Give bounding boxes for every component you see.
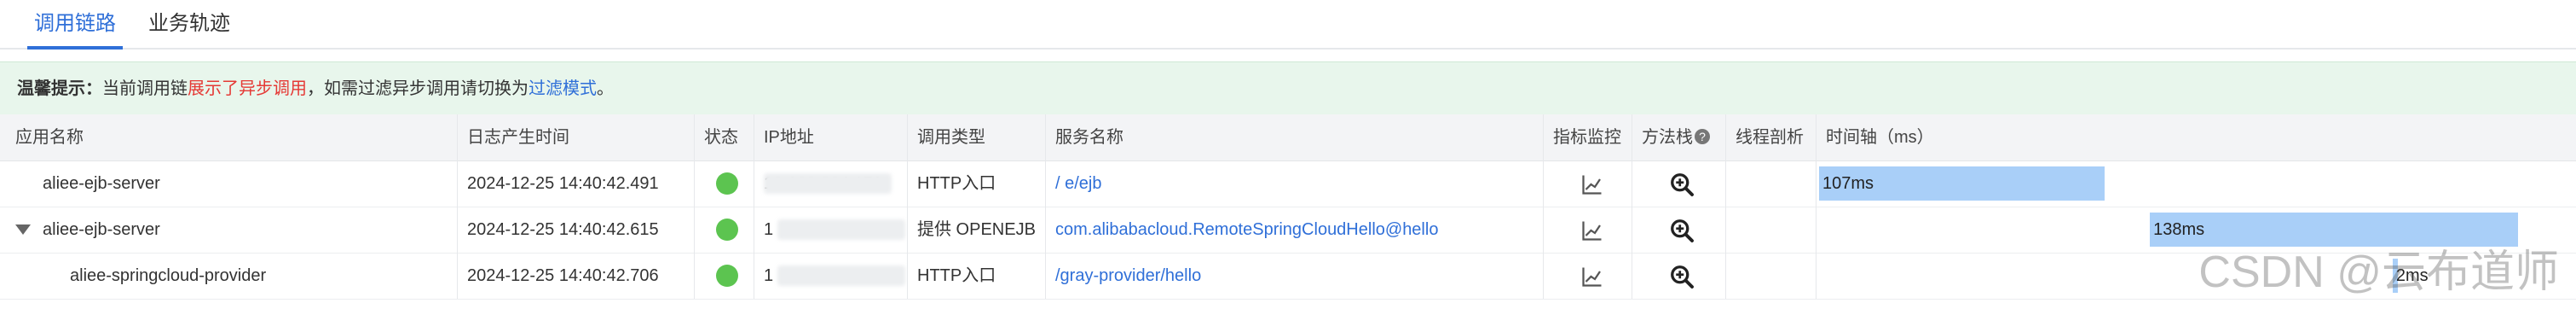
tip-async-note: 展示了异步调用 xyxy=(188,79,307,98)
app-name: aliee-ejb-server xyxy=(43,220,160,239)
col-app-name: 应用名称 xyxy=(15,128,84,147)
ip-address: 1 xyxy=(764,266,774,285)
col-divider xyxy=(1725,114,1726,299)
col-divider xyxy=(907,114,908,299)
caret-down-icon[interactable] xyxy=(15,224,31,235)
col-timeline: 时间轴（ms） xyxy=(1826,128,1934,147)
tip-prefix: 温馨提示： xyxy=(17,79,102,98)
service-link[interactable]: /gray-provider/hello xyxy=(1055,254,1201,299)
filter-mode-link[interactable]: 过滤模式 xyxy=(528,79,597,98)
call-type: HTTP入口 xyxy=(917,174,996,193)
col-log-time: 日志产生时间 xyxy=(467,128,569,147)
line-chart-icon[interactable] xyxy=(1580,218,1605,243)
zoom-in-icon[interactable] xyxy=(1669,218,1695,243)
status-ok-dot xyxy=(716,219,738,241)
tip-text-1: 当前调用链 xyxy=(102,79,188,98)
watermark: CSDN @云布道师 xyxy=(2198,248,2559,297)
app-name: aliee-springcloud-provider xyxy=(70,266,267,285)
call-type: 提供 OPENEJB xyxy=(917,220,1036,239)
tip-text-2: ，如需过滤异步调用请切换为 xyxy=(307,79,528,98)
log-time: 2024-12-25 14:40:42.706 xyxy=(467,266,659,285)
line-chart-icon[interactable] xyxy=(1580,172,1605,197)
tip-text: 温馨提示：当前调用链展示了异步调用，如需过滤异步调用请切换为过滤模式。 xyxy=(17,62,614,115)
service-link[interactable]: com.alibabacloud.RemoteSpringCloudHello@… xyxy=(1055,207,1438,253)
zoom-in-icon[interactable] xyxy=(1669,172,1695,197)
col-service-name: 服务名称 xyxy=(1055,128,1123,147)
line-chart-icon[interactable] xyxy=(1580,264,1605,289)
tip-text-3: 。 xyxy=(597,79,614,98)
service-link[interactable]: / e/ejb xyxy=(1055,161,1101,207)
duration-label: 107ms xyxy=(1822,174,1874,193)
zoom-in-icon[interactable] xyxy=(1669,264,1695,289)
tab-call-chain[interactable]: 调用链路 xyxy=(27,0,123,50)
table-row[interactable]: aliee-springcloud-provider 2024-12-25 14… xyxy=(0,254,2576,300)
col-method-stack: 方法栈? xyxy=(1642,114,1710,160)
duration-label: 138ms xyxy=(2153,220,2205,239)
col-divider xyxy=(1045,114,1046,299)
ip-redaction xyxy=(777,219,905,240)
trace-panel: 调用链路 业务轨迹 温馨提示：当前调用链展示了异步调用，如需过滤异步调用请切换为… xyxy=(0,0,2576,309)
ip-redaction xyxy=(764,173,892,194)
status-ok-dot xyxy=(716,265,738,287)
help-icon[interactable]: ? xyxy=(1695,129,1710,144)
ip-address: 1 xyxy=(764,220,774,239)
tab-bar: 调用链路 业务轨迹 xyxy=(0,0,2576,50)
status-ok-dot xyxy=(716,172,738,195)
col-metrics: 指标监控 xyxy=(1553,128,1621,147)
log-time: 2024-12-25 14:40:42.615 xyxy=(467,220,659,239)
app-name: aliee-ejb-server xyxy=(43,174,160,193)
col-status: 状态 xyxy=(704,128,738,147)
col-divider xyxy=(457,114,458,299)
timeline-bar[interactable]: 107ms xyxy=(1819,166,2105,201)
table-row[interactable]: aliee-ejb-server 2024-12-25 14:40:42.615… xyxy=(0,207,2576,254)
tip-banner: 温馨提示：当前调用链展示了异步调用，如需过滤异步调用请切换为过滤模式。 xyxy=(0,61,2576,116)
table-header: 应用名称 日志产生时间 状态 IP地址 调用类型 服务名称 指标监控 方法栈? … xyxy=(0,114,2576,161)
col-divider xyxy=(694,114,695,299)
col-call-type: 调用类型 xyxy=(917,128,985,147)
col-divider xyxy=(1543,114,1544,299)
ip-redaction xyxy=(777,265,905,286)
col-thread-profiling: 线程剖析 xyxy=(1736,128,1804,147)
tab-business-trace[interactable]: 业务轨迹 xyxy=(148,0,230,48)
col-ip: IP地址 xyxy=(764,128,814,147)
table-row[interactable]: aliee-ejb-server 2024-12-25 14:40:42.491… xyxy=(0,161,2576,207)
call-type: HTTP入口 xyxy=(917,266,996,285)
log-time: 2024-12-25 14:40:42.491 xyxy=(467,174,659,193)
